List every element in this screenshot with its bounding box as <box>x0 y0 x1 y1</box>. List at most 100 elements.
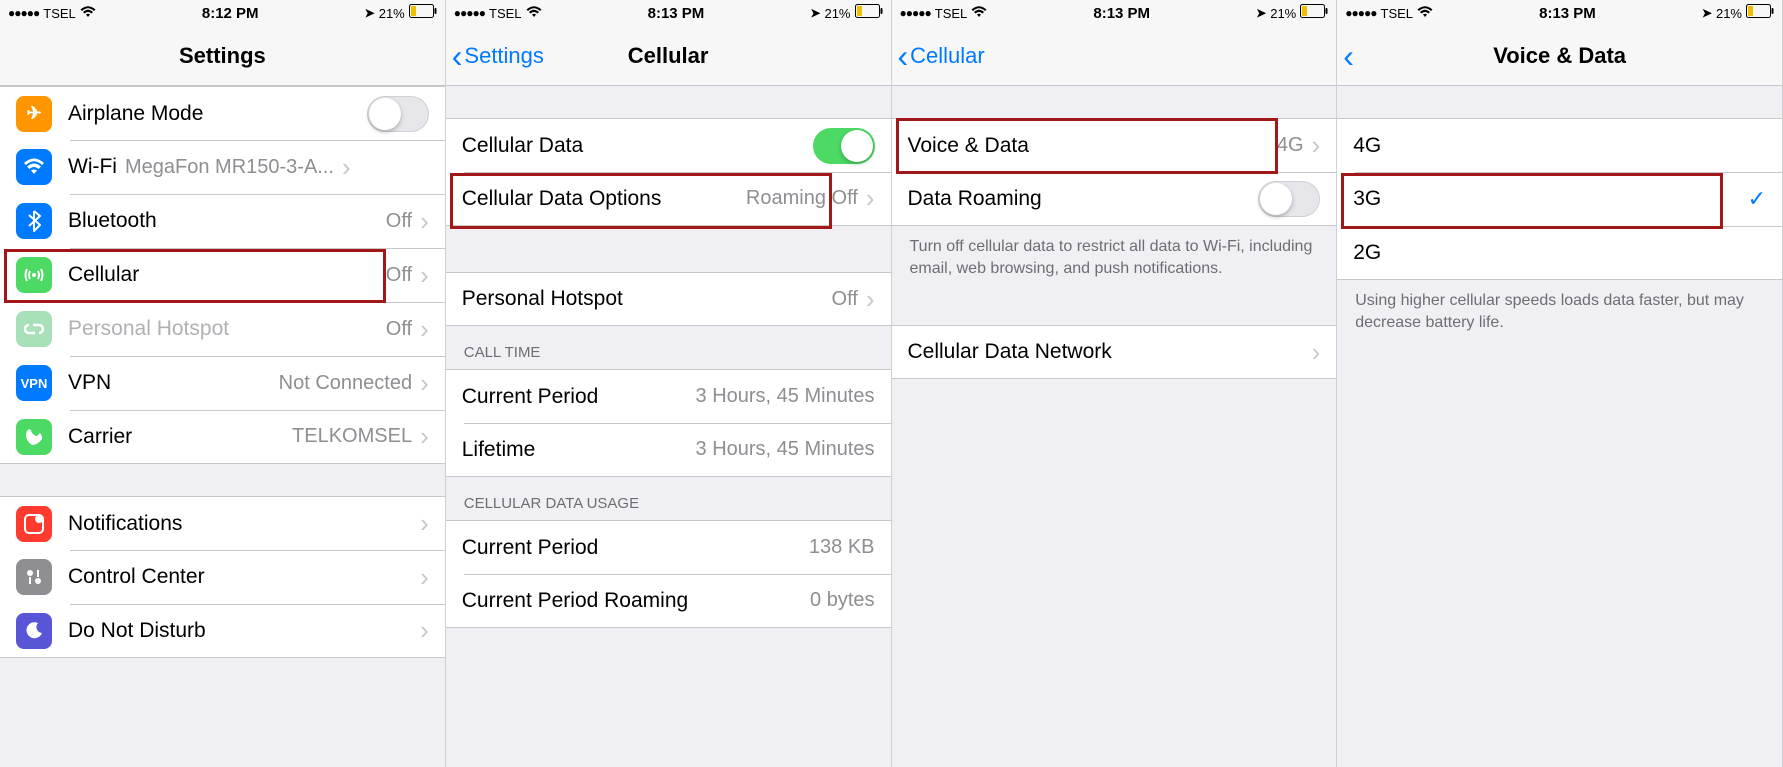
row-value: Not Connected <box>279 372 412 395</box>
row-airplane-mode[interactable]: ✈ Airplane Mode <box>0 86 445 140</box>
wifi-icon <box>1417 6 1433 21</box>
row-label: Lifetime <box>462 438 536 462</box>
airplane-icon: ✈ <box>16 96 52 132</box>
status-time: 8:13 PM <box>1093 5 1150 22</box>
row-carrier[interactable]: Carrier TELKOMSEL › <box>0 410 445 464</box>
row-voice-and-data[interactable]: Voice & Data 4G › <box>892 118 1337 172</box>
signal-dots-icon: ●●●●● <box>8 6 39 20</box>
airplane-toggle[interactable] <box>367 96 429 132</box>
battery-icon <box>855 4 883 23</box>
row-label: Bluetooth <box>68 209 157 233</box>
section-header-data-usage: CELLULAR DATA USAGE <box>446 477 891 520</box>
row-vpn[interactable]: VPN VPN Not Connected › <box>0 356 445 410</box>
row-label: Voice & Data <box>908 134 1029 158</box>
row-personal-hotspot[interactable]: Personal Hotspot Off › <box>0 302 445 356</box>
screen-voice-and-data: ●●●●● TSEL 8:13 PM ➤ 21% ‹ Voice & Data … <box>1337 0 1783 767</box>
chevron-right-icon: › <box>420 314 429 345</box>
row-label: Personal Hotspot <box>68 317 229 341</box>
row-label: Carrier <box>68 425 132 449</box>
wifi-icon <box>971 6 987 21</box>
row-current-period-roaming-usage: Current Period Roaming 0 bytes <box>446 574 891 628</box>
row-value: TELKOMSEL <box>292 425 412 448</box>
row-value: 3 Hours, 45 Minutes <box>696 385 875 408</box>
row-personal-hotspot[interactable]: Personal Hotspot Off › <box>446 272 891 326</box>
row-label: Data Roaming <box>908 187 1042 211</box>
chevron-right-icon: › <box>420 615 429 646</box>
row-data-roaming[interactable]: Data Roaming <box>892 172 1337 226</box>
row-do-not-disturb[interactable]: Do Not Disturb › <box>0 604 445 658</box>
row-value: Off <box>386 264 412 287</box>
battery-icon <box>1746 4 1774 23</box>
row-value: Off <box>832 288 858 311</box>
chevron-left-icon: ‹ <box>898 40 909 72</box>
option-label: 2G <box>1353 241 1381 265</box>
row-cellular-data-options[interactable]: Cellular Data Options Roaming Off › <box>446 172 891 226</box>
row-notifications[interactable]: Notifications › <box>0 496 445 550</box>
chevron-right-icon: › <box>866 183 875 214</box>
row-wifi[interactable]: Wi-Fi MegaFon MR150-3-A... › <box>0 140 445 194</box>
row-cellular-data-network[interactable]: Cellular Data Network › <box>892 325 1337 379</box>
hotspot-icon <box>16 311 52 347</box>
status-bar: ●●●●● TSEL 8:13 PM ➤ 21% <box>892 0 1337 26</box>
back-button[interactable]: ‹ Settings <box>452 26 544 85</box>
row-control-center[interactable]: Control Center › <box>0 550 445 604</box>
signal-dots-icon: ●●●●● <box>900 6 931 20</box>
bluetooth-icon <box>16 203 52 239</box>
chevron-right-icon: › <box>342 152 351 183</box>
row-cellular-data[interactable]: Cellular Data <box>446 118 891 172</box>
row-value: 0 bytes <box>810 589 874 612</box>
data-roaming-toggle[interactable] <box>1258 181 1320 217</box>
screen-cellular-data-options: ●●●●● TSEL 8:13 PM ➤ 21% ‹ Cellular Voic… <box>892 0 1338 767</box>
vpn-icon: VPN <box>16 365 52 401</box>
row-lifetime-calltime: Lifetime 3 Hours, 45 Minutes <box>446 423 891 477</box>
row-label: Do Not Disturb <box>68 619 206 643</box>
row-label: Notifications <box>68 512 182 536</box>
nav-bar: ‹ Cellular <box>892 26 1337 86</box>
status-bar: ●●●●● TSEL 8:12 PM ➤ 21% <box>0 0 445 26</box>
chevron-right-icon: › <box>420 562 429 593</box>
row-label: Wi-Fi <box>68 155 117 179</box>
status-time: 8:12 PM <box>202 5 259 22</box>
row-value: MegaFon MR150-3-A... <box>125 156 334 179</box>
battery-percent: 21% <box>1716 6 1742 21</box>
chevron-right-icon: › <box>420 508 429 539</box>
option-3g[interactable]: 3G ✓ <box>1337 172 1782 226</box>
footer-note: Turn off cellular data to restrict all d… <box>892 226 1337 279</box>
screen-settings: ●●●●● TSEL 8:12 PM ➤ 21% Settings ✈ Airp… <box>0 0 446 767</box>
do-not-disturb-icon <box>16 613 52 649</box>
row-cellular[interactable]: Cellular Off › <box>0 248 445 302</box>
chevron-right-icon: › <box>1312 337 1321 368</box>
row-label: Airplane Mode <box>68 102 203 126</box>
battery-icon <box>409 4 437 23</box>
row-label: Cellular Data Network <box>908 340 1112 364</box>
signal-dots-icon: ●●●●● <box>454 6 485 20</box>
row-label: Control Center <box>68 565 205 589</box>
row-value: Roaming Off <box>746 187 858 210</box>
back-button[interactable]: ‹ Cellular <box>898 26 985 85</box>
checkmark-icon: ✓ <box>1748 186 1766 212</box>
wifi-icon <box>526 6 542 21</box>
row-label: Current Period <box>462 536 599 560</box>
page-title: Cellular <box>628 43 709 69</box>
battery-percent: 21% <box>379 6 405 21</box>
row-current-period-calltime: Current Period 3 Hours, 45 Minutes <box>446 369 891 423</box>
cellular-icon <box>16 257 52 293</box>
cellular-data-toggle[interactable] <box>813 128 875 164</box>
option-4g[interactable]: 4G <box>1337 118 1782 172</box>
chevron-left-icon: ‹ <box>452 40 463 72</box>
status-carrier: TSEL <box>489 6 522 21</box>
status-carrier: TSEL <box>43 6 76 21</box>
row-bluetooth[interactable]: Bluetooth Off › <box>0 194 445 248</box>
option-2g[interactable]: 2G <box>1337 226 1782 280</box>
back-button[interactable]: ‹ <box>1343 26 1356 85</box>
page-title: Voice & Data <box>1493 43 1626 69</box>
option-label: 4G <box>1353 134 1381 158</box>
status-bar: ●●●●● TSEL 8:13 PM ➤ 21% <box>1337 0 1782 26</box>
carrier-icon <box>16 419 52 455</box>
back-label: Settings <box>464 43 544 69</box>
chevron-right-icon: › <box>420 421 429 452</box>
row-label: Personal Hotspot <box>462 287 623 311</box>
wifi-icon <box>80 6 96 21</box>
location-icon: ➤ <box>365 6 375 20</box>
battery-percent: 21% <box>824 6 850 21</box>
